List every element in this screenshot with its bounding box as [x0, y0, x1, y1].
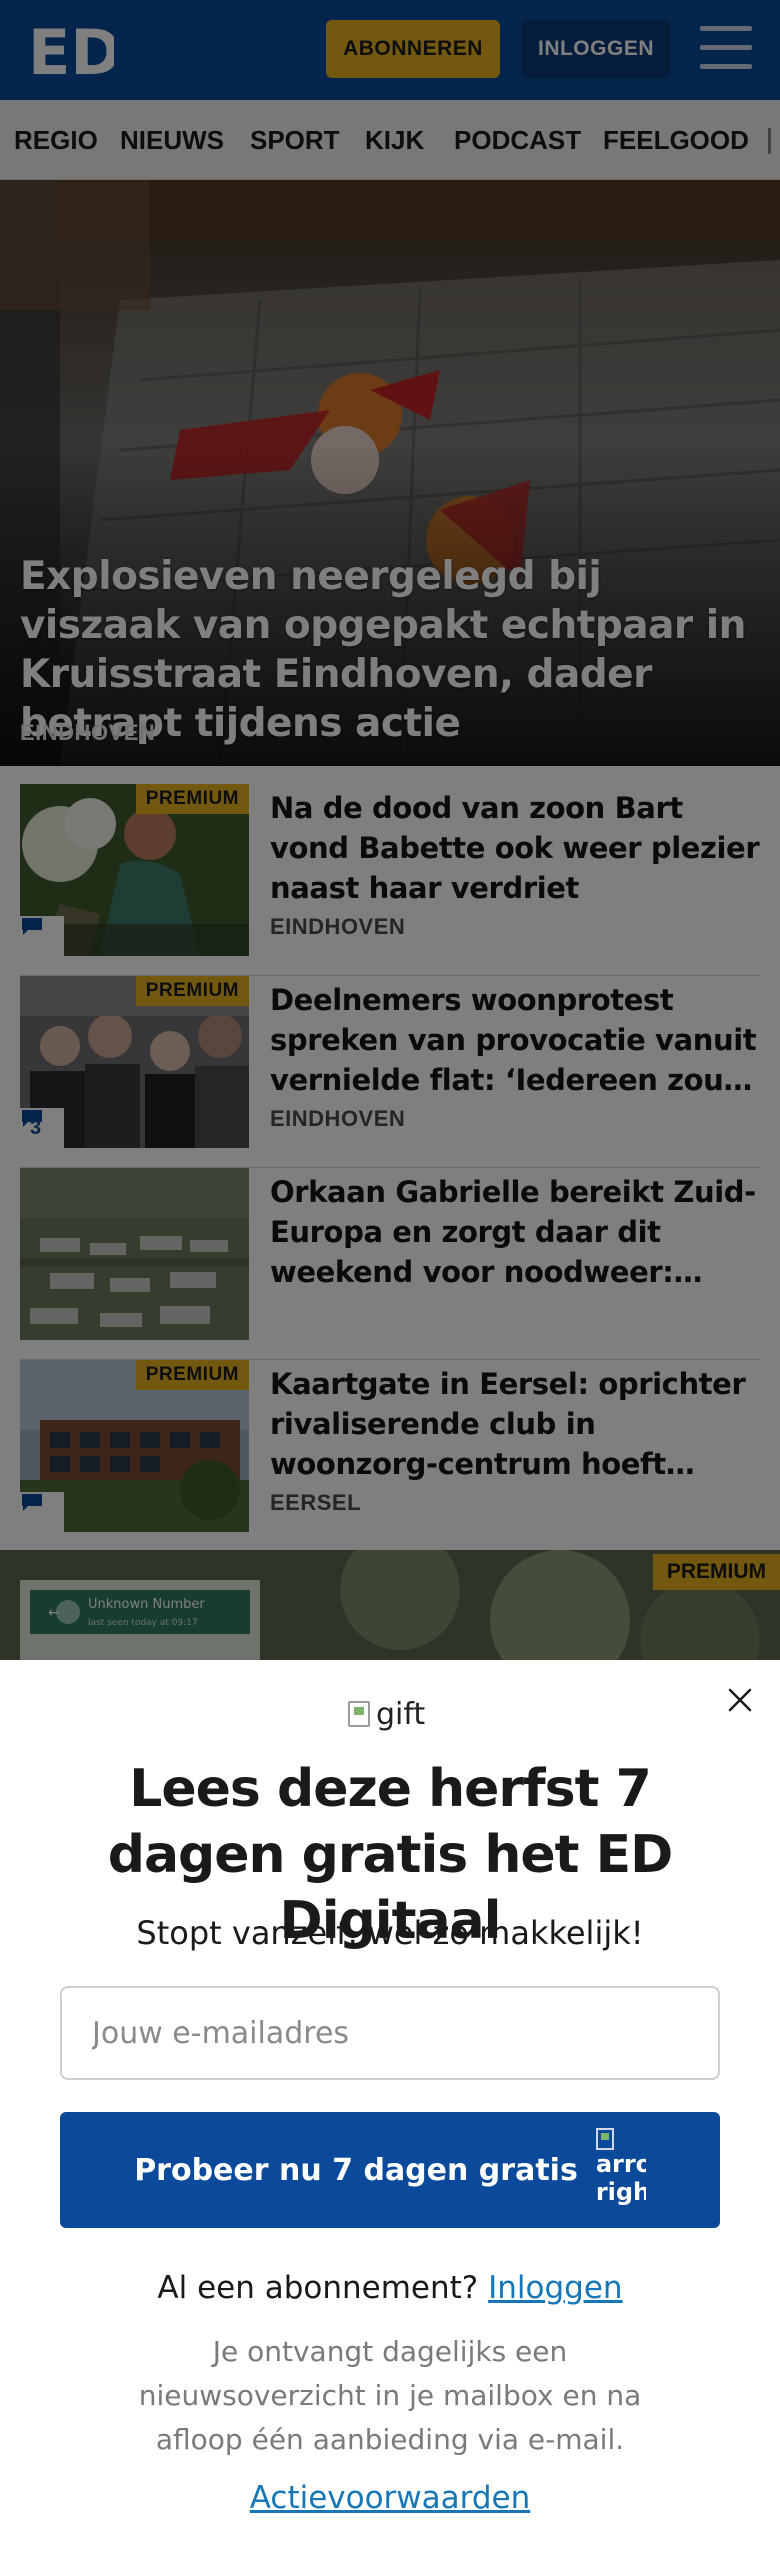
terms-link[interactable]: Actievoorwaarden [40, 2480, 740, 2516]
broken-image-icon [348, 1701, 370, 1727]
modal-subtitle: Stopt vanzelf, wel zo makkelijk! [136, 1914, 644, 1952]
already-subscribed-text: Al een abonnement? [157, 2270, 479, 2306]
modal-login-link[interactable]: Inloggen [488, 2270, 622, 2306]
subscription-modal: gift Lees deze herfst 7 dagen gratis het… [0, 1660, 780, 2560]
close-icon[interactable] [722, 1682, 758, 1718]
cta-label: Probeer nu 7 dagen gratis [134, 2152, 578, 2188]
modal-backdrop[interactable] [0, 0, 780, 1660]
modal-info-text: Je ontvangt dagelijks een nieuwsoverzich… [138, 2335, 642, 2456]
email-input[interactable] [60, 1986, 720, 2080]
gift-image-alt: gift [376, 1696, 426, 1732]
gift-image: gift [348, 1696, 425, 1732]
arrow-right-icon: arrow right [595, 2120, 646, 2220]
already-subscribed-line: Al een abonnement? Inloggen [40, 2270, 740, 2306]
trial-cta-button[interactable]: Probeer nu 7 dagen gratis arrow right [60, 2112, 720, 2228]
